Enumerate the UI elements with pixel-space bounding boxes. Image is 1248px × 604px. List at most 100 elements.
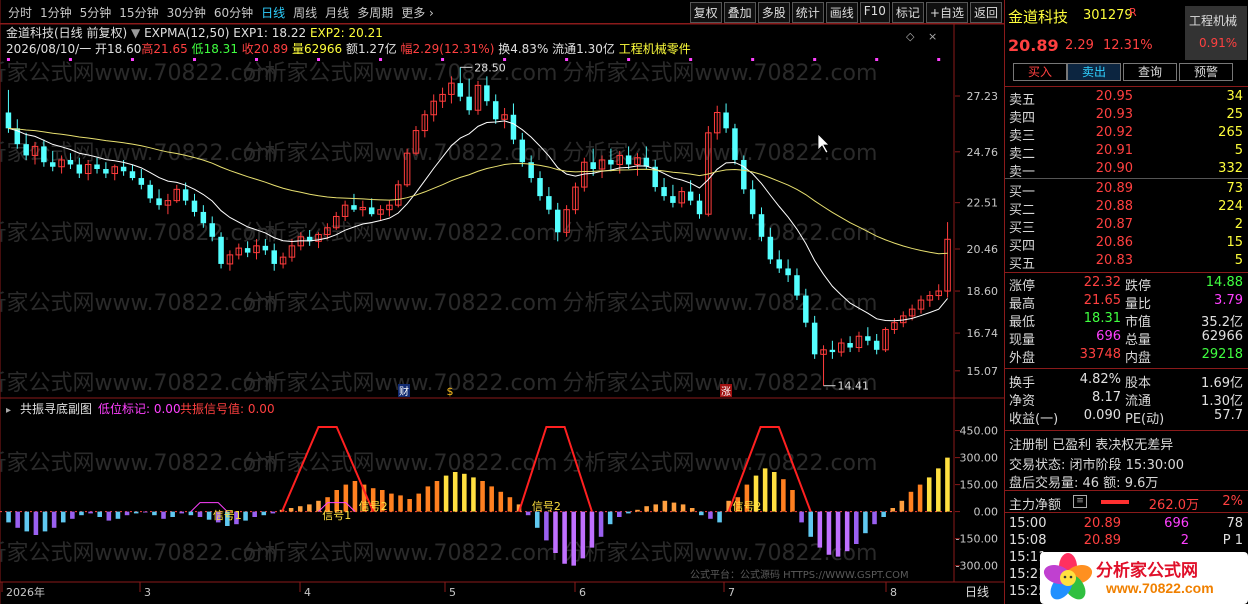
ask-row: 卖一 20.90 332 xyxy=(1005,161,1248,180)
sector-name: 工程机械 xyxy=(1189,14,1238,28)
chart-info-line-2: 2026/08/10/一 开18.60高21.65 低18.31 收20.89 … xyxy=(6,40,691,57)
candle-body xyxy=(767,236,774,260)
candle-body xyxy=(368,207,375,215)
price-change: 2.29 xyxy=(1065,38,1094,53)
stat-label: 涨停 xyxy=(1009,279,1036,294)
price-axis-label: 27.23 xyxy=(967,90,999,103)
stat-value: 22.32 xyxy=(1083,275,1121,290)
tick-volume: 2 xyxy=(1180,533,1189,548)
close-icon: × xyxy=(928,30,937,43)
candle-body xyxy=(829,349,836,353)
bid-label: 买二 xyxy=(1009,203,1036,218)
signal-label: 信号1 xyxy=(213,509,242,522)
stat-label: 跌停 xyxy=(1125,279,1152,294)
candle-body xyxy=(758,214,765,237)
watermark-text: 分析家公式网www.70822.com xyxy=(243,61,558,86)
high-value: 高21.65 xyxy=(141,42,188,56)
ask-price: 20.91 xyxy=(1095,143,1133,158)
bid-volume: 73 xyxy=(1226,181,1243,196)
turnover-value: 换4.83% xyxy=(498,42,549,56)
event-marker xyxy=(627,58,631,61)
bottom-period-label: 日线 xyxy=(965,585,989,599)
sell-button[interactable]: 卖出 xyxy=(1067,63,1121,81)
candle-body xyxy=(76,164,83,174)
watermark-text: 分析家公式网www.70822.com xyxy=(243,541,558,566)
finance-badge-text: 财 xyxy=(399,385,409,398)
change-value: 幅2.29(12.31%) xyxy=(400,42,495,56)
buy-button[interactable]: 买入 xyxy=(1013,63,1067,81)
bid-volume: 2 xyxy=(1234,217,1243,232)
bid-price: 20.87 xyxy=(1095,217,1133,232)
event-marker xyxy=(751,58,755,61)
tick-count: 78 xyxy=(1226,516,1243,531)
sub-axis-label: -150.00 xyxy=(956,533,998,546)
list-icon[interactable]: ≡ xyxy=(1073,495,1087,508)
low-mark-value: 低位标记: 0.00 xyxy=(98,401,181,416)
ask-row: 卖三 20.92 265 xyxy=(1005,125,1248,144)
date-axis-label: 6 xyxy=(579,586,586,599)
candle-body xyxy=(696,200,703,215)
stat-label: 量比 xyxy=(1125,297,1152,312)
fin-label: 换手 xyxy=(1009,376,1036,391)
watermark-text: 分析家公式网www.70822.com xyxy=(243,451,558,476)
date-value: 2026/08/10/一 xyxy=(6,42,92,56)
sub-axis-label: 150.00 xyxy=(960,479,999,492)
stat-value: 696 xyxy=(1096,329,1121,344)
candle-body xyxy=(466,96,472,111)
fin-row: 净资 8.17 流通 1.30亿 xyxy=(1005,390,1248,409)
fin-value: 57.7 xyxy=(1214,408,1243,423)
bid-label: 买一 xyxy=(1009,185,1036,200)
menu-icon[interactable]: ▼ xyxy=(131,26,140,40)
close-value: 收20.89 xyxy=(241,42,289,56)
price-axis-label: 22.51 xyxy=(967,197,999,210)
fin-value: 1.69亿 xyxy=(1201,376,1243,391)
watermark-text: 分析家公式网www.70822.com xyxy=(0,221,277,246)
ask-row: 卖二 20.91 5 xyxy=(1005,143,1248,162)
stat-row: 外盘 33748 内盘 29218 xyxy=(1005,347,1248,366)
amount-value: 额1.27亿 xyxy=(345,42,397,56)
watermark-text: 分析家公式网www.70822.com xyxy=(563,451,878,476)
candle-body xyxy=(741,159,747,190)
event-marker xyxy=(813,58,817,61)
event-marker xyxy=(68,58,72,61)
candle-body xyxy=(129,171,136,179)
candle-body xyxy=(156,198,162,206)
candle-body xyxy=(590,162,596,169)
event-marker xyxy=(441,58,445,61)
last-price: 20.89 xyxy=(1008,36,1059,55)
ask-volume: 265 xyxy=(1218,125,1243,140)
bid-row: 买四 20.86 15 xyxy=(1005,235,1248,254)
low-label: 14.41 xyxy=(838,380,870,393)
query-button[interactable]: 查询 xyxy=(1123,63,1177,81)
watermark-text: 分析家公式网www.70822.com xyxy=(563,61,878,86)
fin-row: 收益(一) 0.090 PE(动) 57.7 xyxy=(1005,408,1248,427)
date-axis-label: 5 xyxy=(449,586,456,599)
stat-value: 29218 xyxy=(1201,347,1243,362)
event-marker xyxy=(379,58,383,61)
divider xyxy=(1005,512,1248,513)
candle-body xyxy=(147,184,153,199)
price-pct: 12.31% xyxy=(1103,38,1153,53)
stat-row: 现量 696 总量 62966 xyxy=(1005,329,1248,348)
stat-row: 最高 21.65 量比 3.79 xyxy=(1005,293,1248,312)
stock-code: 301279 xyxy=(1083,8,1133,23)
stat-label: 市值 xyxy=(1125,315,1152,330)
stat-value: 35.2亿 xyxy=(1201,315,1243,330)
candle-body xyxy=(723,112,729,129)
price-axis-label: 24.76 xyxy=(967,146,999,159)
tick-row: 15:00 20.89 696 78 xyxy=(1005,516,1248,534)
alert-button[interactable]: 预警 xyxy=(1179,63,1233,81)
fin-value: 1.30亿 xyxy=(1201,394,1243,409)
ask-label: 卖二 xyxy=(1009,147,1036,162)
watermark-text: 分析家公式网www.70822.com xyxy=(0,451,277,476)
exp1-value: EXP1: 18.22 xyxy=(233,26,307,40)
event-marker xyxy=(689,58,693,61)
candle-body xyxy=(847,343,853,348)
candle-body xyxy=(865,336,871,341)
register-info: 注册制 已盈利 表决权无差异 xyxy=(1009,438,1174,453)
watermark-text: 分析家公式网www.70822.com xyxy=(0,61,277,86)
divider xyxy=(1005,368,1248,369)
candle-body xyxy=(873,340,880,350)
chart-area[interactable]: 分析家公式网www.70822.com分析家公式网www.70822.com分析… xyxy=(0,0,1004,604)
stat-value: 14.88 xyxy=(1205,275,1243,290)
